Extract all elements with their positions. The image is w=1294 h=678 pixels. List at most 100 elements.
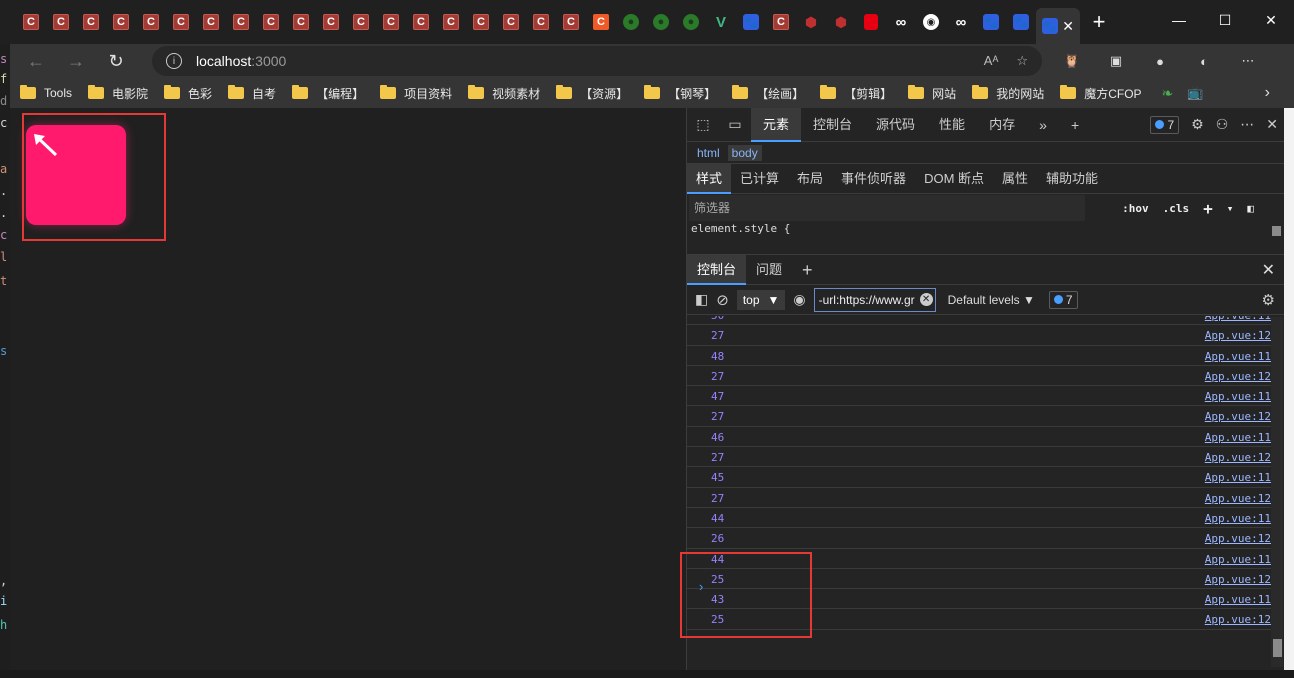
- bookmark-item[interactable]: 【资源】: [556, 85, 628, 102]
- browser-tab[interactable]: ◉: [916, 7, 946, 37]
- log-source-link[interactable]: App.vue:11: [1205, 471, 1271, 484]
- sidebar-toggle-icon[interactable]: ◧: [695, 291, 708, 308]
- bookmark-item[interactable]: 项目资料: [380, 85, 452, 102]
- browser-tab[interactable]: C: [196, 7, 226, 37]
- cls-toggle[interactable]: .cls: [1163, 202, 1190, 215]
- browser-tab[interactable]: C: [526, 7, 556, 37]
- styles-subtab[interactable]: DOM 断点: [915, 164, 993, 194]
- styles-subtab[interactable]: 样式: [687, 163, 732, 194]
- browser-tab[interactable]: C: [436, 7, 466, 37]
- back-arrow-icon[interactable]: ←: [16, 51, 56, 72]
- chevron-right-icon[interactable]: ›: [1265, 84, 1270, 102]
- console-issues-badge[interactable]: 7: [1048, 290, 1078, 309]
- log-source-link[interactable]: App.vue:12: [1205, 492, 1271, 505]
- styles-scrollbar[interactable]: [1272, 208, 1282, 248]
- log-source-link[interactable]: App.vue:12: [1205, 451, 1271, 464]
- log-source-link[interactable]: App.vue:11: [1205, 593, 1271, 606]
- log-source-link[interactable]: App.vue:11: [1205, 350, 1271, 363]
- browser-tab[interactable]: ∞: [886, 7, 916, 37]
- add-tab-icon[interactable]: +: [1059, 117, 1091, 133]
- bookmark-item[interactable]: 魔方CFOP: [1060, 85, 1142, 102]
- info-icon[interactable]: i: [166, 53, 182, 69]
- live-expression-icon[interactable]: ◉: [793, 291, 805, 308]
- browser-tab[interactable]: 🐾: [976, 7, 1006, 37]
- minimize-button[interactable]: —: [1156, 0, 1202, 40]
- more-options-icon[interactable]: ⋯: [1240, 116, 1254, 133]
- log-levels-select[interactable]: Default levels ▼: [948, 293, 1035, 307]
- styles-subtab[interactable]: 布局: [788, 164, 832, 194]
- bookmark-item[interactable]: 【钢琴】: [644, 85, 716, 102]
- browser-tab[interactable]: ●: [646, 7, 676, 37]
- log-source-link[interactable]: App.vue:11: [1205, 390, 1271, 403]
- console-scrollbar[interactable]: [1271, 317, 1283, 667]
- browser-tab[interactable]: C: [46, 7, 76, 37]
- browser-tab[interactable]: C: [766, 7, 796, 37]
- browser-tab[interactable]: ●: [616, 7, 646, 37]
- console-filter-input[interactable]: -url:https://www.gr ✕: [813, 287, 936, 312]
- log-source-link[interactable]: App.vue:11: [1205, 553, 1271, 566]
- close-window-button[interactable]: ✕: [1248, 0, 1294, 40]
- active-tab[interactable]: 🐾 ✕: [1036, 8, 1080, 44]
- styles-subtab[interactable]: 辅助功能: [1037, 164, 1107, 194]
- browser-tab[interactable]: [856, 7, 886, 37]
- browser-tab[interactable]: C: [466, 7, 496, 37]
- paint-icon[interactable]: ▾: [1227, 202, 1234, 215]
- browser-tab[interactable]: ∞: [946, 7, 976, 37]
- add-favorite-icon[interactable]: ☆: [1016, 53, 1028, 69]
- more-tabs-icon[interactable]: »: [1027, 117, 1059, 133]
- browser-tab[interactable]: V: [706, 7, 736, 37]
- log-source-link[interactable]: App.vue:11: [1205, 512, 1271, 525]
- log-source-link[interactable]: App.vue:12: [1205, 532, 1271, 545]
- bilibili-bookmark-icon[interactable]: 📺: [1187, 85, 1203, 101]
- browser-tab[interactable]: 🐾: [1006, 7, 1036, 37]
- styles-subtab[interactable]: 已计算: [731, 164, 788, 194]
- log-source-link[interactable]: App.vue:11: [1205, 316, 1271, 322]
- issues-badge[interactable]: 7: [1150, 115, 1180, 134]
- close-drawer-icon[interactable]: ✕: [1262, 260, 1275, 280]
- settings-gear-icon[interactable]: ⚙: [1191, 116, 1204, 133]
- refresh-icon[interactable]: ↻: [96, 51, 136, 72]
- bookmark-item[interactable]: 电影院: [88, 85, 148, 102]
- forward-arrow-icon[interactable]: →: [56, 51, 96, 72]
- close-tab-icon[interactable]: ✕: [1062, 18, 1074, 35]
- log-source-link[interactable]: App.vue:12: [1205, 613, 1271, 626]
- bookmark-item[interactable]: 【编程】: [292, 85, 364, 102]
- customize-icon[interactable]: ⚇: [1216, 116, 1229, 133]
- browser-tab[interactable]: C: [346, 7, 376, 37]
- browser-tab[interactable]: C: [226, 7, 256, 37]
- devtools-tab[interactable]: 源代码: [864, 108, 927, 142]
- bookmark-item[interactable]: 自考: [228, 85, 276, 102]
- log-source-link[interactable]: App.vue:12: [1205, 410, 1271, 423]
- extension-avatar-icon[interactable]: 🦉: [1050, 49, 1094, 73]
- clear-console-icon[interactable]: ⊘: [716, 291, 729, 309]
- styles-filter-input[interactable]: 筛选器: [689, 195, 1085, 221]
- inspect-icon[interactable]: ⬚: [687, 116, 719, 133]
- browser-tab[interactable]: C: [76, 7, 106, 37]
- browser-tab[interactable]: ⬢: [826, 7, 856, 37]
- device-toolbar-icon[interactable]: ▭: [719, 116, 751, 133]
- browser-tab[interactable]: ●: [676, 7, 706, 37]
- more-menu-icon[interactable]: ⋯: [1226, 49, 1270, 73]
- new-rule-icon[interactable]: +: [1203, 199, 1213, 218]
- extension-bot-icon[interactable]: ▣: [1094, 49, 1138, 73]
- maximize-button[interactable]: ☐: [1202, 0, 1248, 40]
- devtools-tab[interactable]: 控制台: [801, 108, 864, 142]
- browser-tab[interactable]: C: [316, 7, 346, 37]
- bookmark-item[interactable]: 网站: [908, 85, 956, 102]
- browser-tab[interactable]: C: [556, 7, 586, 37]
- bookmark-item[interactable]: 我的网站: [972, 85, 1044, 102]
- browser-tab[interactable]: C: [16, 7, 46, 37]
- bookmark-item[interactable]: 【绘画】: [732, 85, 804, 102]
- browser-tab[interactable]: C: [376, 7, 406, 37]
- bookmark-item[interactable]: 【剪辑】: [820, 85, 892, 102]
- browser-tab[interactable]: C: [106, 7, 136, 37]
- styles-subtab[interactable]: 属性: [993, 164, 1037, 194]
- log-source-link[interactable]: App.vue:12: [1205, 329, 1271, 342]
- profile-avatar[interactable]: ◐: [1182, 49, 1226, 73]
- devtools-tab[interactable]: 元素: [751, 107, 802, 142]
- browser-tab[interactable]: C: [406, 7, 436, 37]
- log-source-link[interactable]: App.vue:12: [1205, 370, 1271, 383]
- leaf-bookmark-icon[interactable]: ❧: [1162, 85, 1174, 102]
- extension-blue-icon[interactable]: ●: [1138, 49, 1182, 73]
- context-select[interactable]: top ▼: [736, 289, 786, 310]
